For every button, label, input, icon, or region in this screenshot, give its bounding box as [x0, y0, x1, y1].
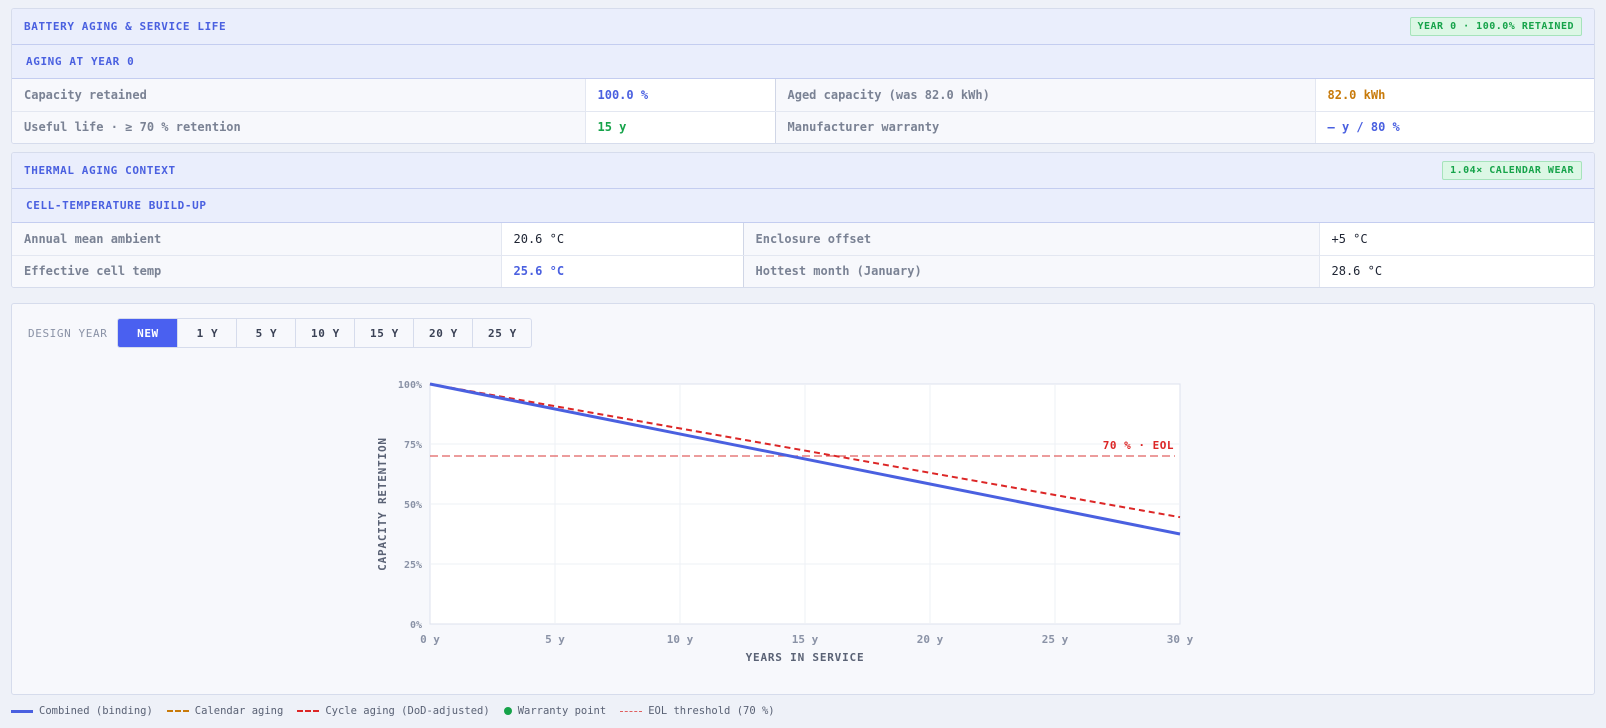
- x-tick-label: 10 y: [667, 633, 694, 646]
- retained-badge: YEAR 0 · 100.0% RETAINED: [1409, 17, 1582, 36]
- legend-swatch-cycle: [297, 710, 320, 712]
- legend-label: Cycle aging (DoD-adjusted): [325, 705, 490, 717]
- legend-label: Combined (binding): [39, 705, 153, 717]
- y-tick-label: 100%: [398, 380, 422, 391]
- table-row: Capacity retained 100.0 % Aged capacity …: [12, 79, 1594, 112]
- aging-panel-title: BATTERY AGING & SERVICE LIFE: [24, 20, 227, 33]
- x-axis-label: YEARS IN SERVICE: [746, 651, 865, 664]
- ambient-value: 20.6 °C: [500, 223, 743, 256]
- legend-swatch-warranty: [503, 707, 512, 715]
- aged-capacity-value: 82.0 kWh: [1314, 79, 1594, 112]
- legend-item: Warranty point: [503, 705, 607, 717]
- aging-subtitle: AGING AT YEAR 0: [12, 45, 1594, 79]
- legend-swatch-combined: [11, 709, 33, 713]
- aging-panel-header: BATTERY AGING & SERVICE LIFE YEAR 0 · 10…: [12, 9, 1594, 45]
- legend-label: Calendar aging: [194, 705, 284, 717]
- legend-item: Calendar aging: [166, 705, 284, 717]
- chart-legend: Combined (binding) Calendar aging Cycle …: [11, 705, 789, 717]
- legend-swatch-eol: [620, 710, 643, 712]
- warranty-value: — y / 80 %: [1314, 111, 1594, 143]
- y-axis-label: CAPACITY RETENTION: [376, 437, 389, 571]
- calendar-wear-badge: 1.04× CALENDAR WEAR: [1442, 161, 1582, 180]
- retention-chart: 0 y 5 y 10 y 15 y 20 y 25 y 30 y 0% 25% 50% 75% 100…: [376, 380, 1194, 664]
- thermal-panel: THERMAL AGING CONTEXT 1.04× CALENDAR WEA…: [11, 152, 1595, 288]
- eol-threshold-label: 70 % · EOL: [1103, 439, 1174, 452]
- aging-panel: BATTERY AGING & SERVICE LIFE YEAR 0 · 10…: [11, 8, 1595, 144]
- aged-capacity-label: Aged capacity (was 82.0 kWh): [774, 79, 1315, 112]
- thermal-subtitle: CELL-TEMPERATURE BUILD-UP: [12, 189, 1594, 223]
- cell-temp-label: Effective cell temp: [12, 255, 501, 287]
- table-row: Effective cell temp 25.6 °C Hottest mont…: [12, 255, 1594, 287]
- enclosure-offset-value: +5 °C: [1318, 223, 1594, 256]
- legend-label: EOL threshold (70 %): [648, 705, 775, 717]
- y-tick-label: 50%: [404, 500, 422, 511]
- y-tick-label: 0%: [410, 620, 422, 631]
- x-tick-label: 0 y: [420, 633, 440, 646]
- table-row: Useful life · ≥ 70 % retention 15 y Manu…: [12, 111, 1594, 143]
- y-tick-label: 75%: [404, 440, 422, 451]
- capacity-retained-value: 100.0 %: [584, 79, 775, 112]
- chart-panel: DESIGN YEAR NEW 1 Y 5 Y 10 Y 15 Y 20 Y 2…: [11, 303, 1595, 695]
- thermal-panel-title: THERMAL AGING CONTEXT: [24, 164, 176, 177]
- thermal-panel-header: THERMAL AGING CONTEXT 1.04× CALENDAR WEA…: [12, 153, 1594, 189]
- thermal-table: Annual mean ambient 20.6 °C Enclosure of…: [12, 223, 1594, 287]
- ambient-label: Annual mean ambient: [12, 223, 501, 256]
- aging-table: Capacity retained 100.0 % Aged capacity …: [12, 79, 1594, 143]
- enclosure-offset-label: Enclosure offset: [742, 223, 1319, 256]
- warranty-label: Manufacturer warranty: [774, 111, 1315, 143]
- useful-life-label: Useful life · ≥ 70 % retention: [12, 111, 585, 143]
- legend-label: Warranty point: [517, 705, 607, 717]
- capacity-retained-label: Capacity retained: [12, 79, 585, 112]
- x-tick-label: 20 y: [917, 633, 944, 646]
- x-tick-label: 5 y: [545, 633, 565, 646]
- hottest-month-label: Hottest month (January): [742, 255, 1319, 287]
- cell-temp-value: 25.6 °C: [500, 255, 743, 287]
- legend-item: EOL threshold (70 %): [620, 705, 775, 717]
- x-tick-label: 30 y: [1167, 633, 1194, 646]
- table-row: Annual mean ambient 20.6 °C Enclosure of…: [12, 223, 1594, 256]
- legend-swatch-calendar: [166, 710, 189, 712]
- x-tick-label: 25 y: [1042, 633, 1069, 646]
- legend-item: Combined (binding): [11, 705, 153, 717]
- legend-item: Cycle aging (DoD-adjusted): [297, 705, 490, 717]
- hottest-month-value: 28.6 °C: [1318, 255, 1594, 287]
- y-tick-label: 25%: [404, 560, 422, 571]
- useful-life-value: 15 y: [584, 111, 775, 143]
- x-tick-label: 15 y: [792, 633, 819, 646]
